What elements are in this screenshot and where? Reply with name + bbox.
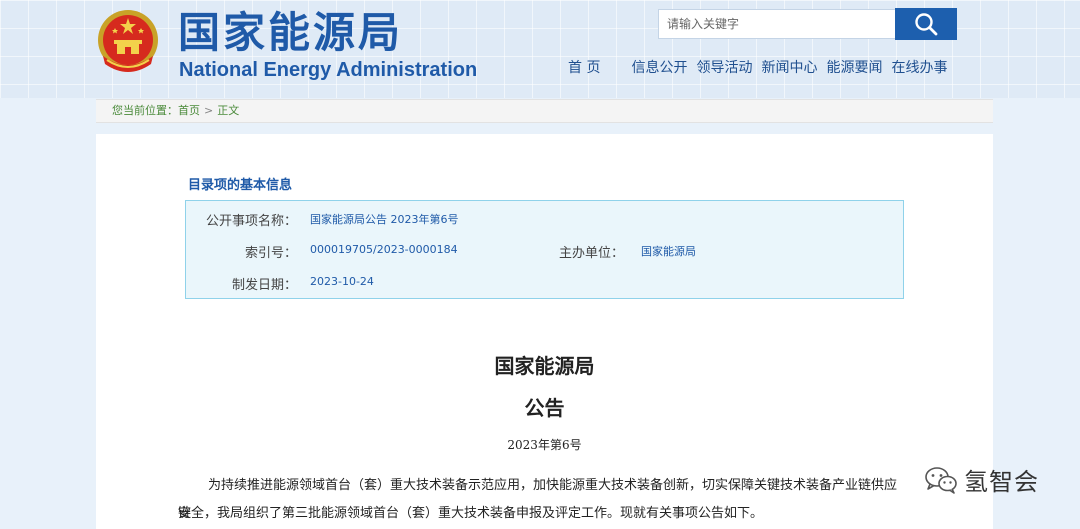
catalog-date-label: 制发日期： — [231, 278, 297, 293]
breadcrumb-current: 正文 — [217, 104, 240, 117]
breadcrumb: 您当前位置：首页 > 正文 — [96, 99, 993, 123]
national-emblem-icon — [98, 10, 158, 72]
breadcrumb-prefix: 您当前位置： — [112, 104, 178, 117]
breadcrumb-home-link[interactable]: 首页 — [178, 104, 200, 117]
nav-item-news-center[interactable]: 新闻中心 — [761, 57, 817, 79]
catalog-index-label: 索引号： — [244, 246, 297, 261]
catalog-name-label: 公开事项名称： — [205, 214, 297, 229]
document-issuer: 国家能源局 — [494, 354, 595, 378]
search-input[interactable] — [658, 9, 896, 39]
nav-item-energy-news[interactable]: 能源要闻 — [826, 57, 882, 79]
document-paragraph-line2: 安全，我局组织了第三批能源领域首台（套）重大技术装备申报及评定工作。现就有关事项… — [178, 506, 764, 521]
catalog-name-value: 国家能源局公告 2023年第6号 — [310, 213, 459, 226]
nav-item-info-disclosure[interactable]: 信息公开 — [631, 57, 687, 79]
wechat-icon — [925, 466, 957, 494]
nav-item-online-services[interactable]: 在线办事 — [891, 57, 947, 79]
catalog-section-title: 目录项的基本信息 — [188, 178, 293, 193]
document-number: 2023年第6号 — [507, 438, 582, 452]
nav-item-home[interactable]: 首 页 — [568, 57, 600, 79]
nav-item-leadership[interactable]: 领导活动 — [696, 57, 752, 79]
site-header: 国家能源局 National Energy Administration 首 页… — [0, 0, 1080, 98]
site-logo-chinese[interactable]: 国家能源局 — [178, 8, 403, 58]
catalog-info-box: 公开事项名称： 国家能源局公告 2023年第6号 索引号： 000019705/… — [185, 200, 904, 299]
site-logo-english[interactable]: National Energy Administration — [179, 58, 477, 82]
watermark-text: 氢智会 — [964, 468, 1039, 496]
breadcrumb-separator: > — [204, 104, 214, 117]
catalog-index-value: 000019705/2023-0000184 — [310, 243, 458, 256]
catalog-org-value: 国家能源局 — [641, 245, 696, 258]
article-panel: 目录项的基本信息 公开事项名称： 国家能源局公告 2023年第6号 索引号： 0… — [96, 134, 993, 529]
document-type: 公告 — [524, 396, 565, 420]
main-nav: 首 页 信息公开 领导活动 新闻中心 能源要闻 在线办事 — [568, 57, 947, 79]
catalog-date-value: 2023-10-24 — [310, 275, 374, 288]
search-button[interactable] — [895, 8, 957, 40]
wechat-watermark: 氢智会 — [924, 462, 1039, 497]
search-icon — [915, 13, 938, 36]
catalog-org-label: 主办单位： — [558, 246, 624, 261]
